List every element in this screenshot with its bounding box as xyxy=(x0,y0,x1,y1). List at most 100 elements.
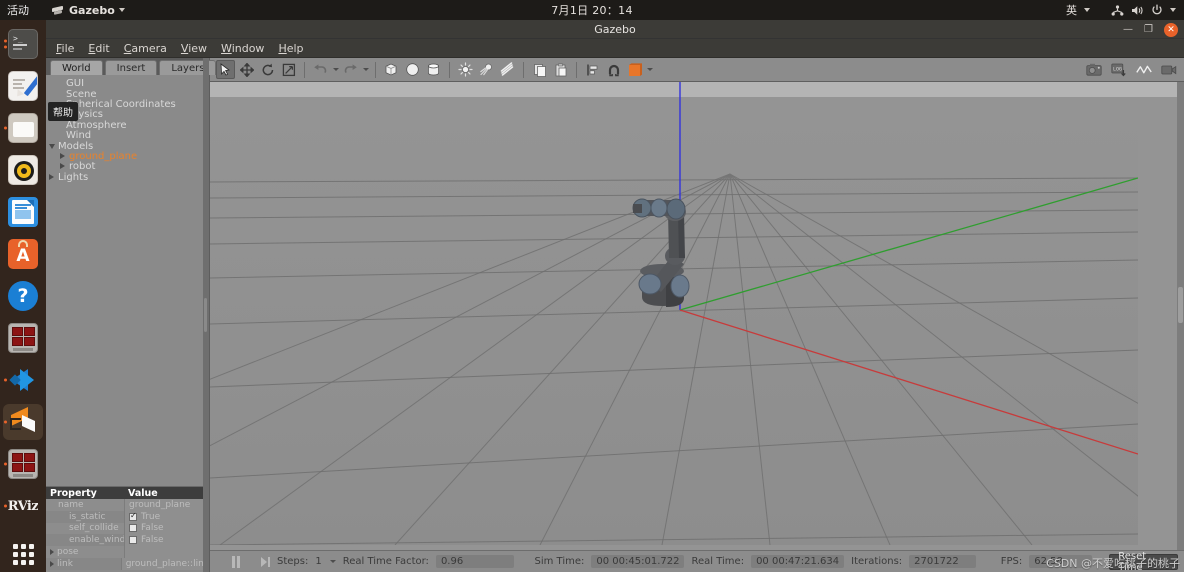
redo-button[interactable] xyxy=(341,60,360,79)
is-static-checkbox[interactable] xyxy=(129,511,137,521)
paste-button[interactable] xyxy=(551,60,570,79)
self-collide-checkbox[interactable] xyxy=(129,524,137,533)
toolbar-right-group: LOG xyxy=(1084,60,1178,79)
copy-button[interactable] xyxy=(530,60,549,79)
property-row-pose[interactable]: pose xyxy=(46,546,209,558)
snap-button[interactable] xyxy=(604,60,623,79)
property-label-link: link xyxy=(57,558,73,569)
text-editor-icon xyxy=(8,71,38,101)
paste-icon xyxy=(555,63,566,76)
undo-button[interactable] xyxy=(311,60,330,79)
watermark: CSDN @不爱吃桃子的桃子 xyxy=(1046,557,1180,570)
sim-time-label: Sim Time: xyxy=(534,556,585,567)
panel-splitter[interactable] xyxy=(203,58,209,572)
screenshot-button[interactable] xyxy=(1084,60,1103,79)
property-table-header: Property Value xyxy=(46,487,209,499)
log-data-button[interactable]: LOG xyxy=(1109,60,1128,79)
plot-button[interactable] xyxy=(1134,60,1153,79)
scrollbar-thumb[interactable] xyxy=(1178,287,1183,323)
dock-item-rhythmbox[interactable] xyxy=(3,152,43,188)
menu-help[interactable]: Help xyxy=(278,42,303,55)
menu-file[interactable]: File xyxy=(56,42,74,55)
redo-dropdown-icon[interactable] xyxy=(363,68,369,71)
dock-item-rviz[interactable]: RViz xyxy=(3,488,43,524)
property-row-name[interactable]: name ground_plane xyxy=(46,499,209,511)
rotate-icon xyxy=(262,63,273,75)
dock-item-gazebo[interactable] xyxy=(3,404,43,440)
scale-mode-button[interactable] xyxy=(279,60,298,79)
property-row-self-collide[interactable]: self_collide False xyxy=(46,522,209,535)
tree-item-lights[interactable]: Lights xyxy=(46,172,209,183)
property-label-name: name xyxy=(58,499,84,510)
undo-dropdown-icon[interactable] xyxy=(333,68,339,71)
show-applications-button[interactable] xyxy=(3,536,43,572)
record-video-button[interactable] xyxy=(1159,60,1178,79)
point-light-button[interactable] xyxy=(456,60,475,79)
impress-icon xyxy=(8,197,38,227)
dock-item-ubuntu-software[interactable]: A xyxy=(3,236,43,272)
sphere-icon xyxy=(406,63,419,76)
clock[interactable]: 7月1日 20：14 xyxy=(0,2,1184,18)
insert-cylinder-button[interactable] xyxy=(424,60,443,79)
tab-world[interactable]: World xyxy=(50,60,103,75)
step-forward-button[interactable] xyxy=(261,556,270,567)
menu-view[interactable]: View xyxy=(181,42,207,55)
terminator-2-icon xyxy=(8,449,38,479)
property-row-is-static[interactable]: is_static True xyxy=(46,511,209,523)
tree-item-gui[interactable]: GUI xyxy=(46,79,209,89)
view-angle-dropdown-icon[interactable] xyxy=(647,68,653,71)
translate-mode-button[interactable] xyxy=(237,60,256,79)
tree-item-robot[interactable]: robot xyxy=(46,162,209,172)
menu-camera[interactable]: Camera xyxy=(124,42,167,55)
spot-light-button[interactable] xyxy=(477,60,496,79)
maximize-button[interactable]: ❐ xyxy=(1144,24,1153,35)
iterations-label: Iterations: xyxy=(851,556,903,567)
dock-item-terminal[interactable]: >_ xyxy=(3,26,43,62)
minimize-button[interactable]: — xyxy=(1123,24,1133,35)
3d-viewport[interactable] xyxy=(210,82,1184,550)
select-mode-button[interactable] xyxy=(216,60,235,79)
viewport-scrollbar[interactable] xyxy=(1177,82,1184,550)
dock-item-text-editor[interactable] xyxy=(3,68,43,104)
steps-value[interactable]: 1 xyxy=(315,556,321,567)
collapse-triangle-icon[interactable] xyxy=(60,152,69,162)
real-time-label: Real Time: xyxy=(691,556,745,567)
property-row-link[interactable]: link ground_plane::link xyxy=(46,557,209,570)
gazebo-window: Gazebo — ❐ ✕ File Edit Camera View Windo… xyxy=(46,20,1184,572)
tree-item-wind[interactable]: Wind xyxy=(46,131,209,141)
scene-render xyxy=(210,82,1138,545)
menu-window[interactable]: Window xyxy=(221,42,264,55)
property-value-is-static: True xyxy=(141,511,161,522)
spot-light-icon xyxy=(480,63,492,76)
running-dots-vscode xyxy=(4,378,7,382)
dock-item-help[interactable]: ? xyxy=(3,278,43,314)
close-button[interactable]: ✕ xyxy=(1164,22,1178,37)
directional-light-icon xyxy=(500,62,514,76)
directional-light-button[interactable] xyxy=(498,60,517,79)
expand-pose-icon[interactable] xyxy=(50,549,54,556)
pause-button[interactable] xyxy=(232,555,240,568)
collapse-triangle-icon-robot[interactable] xyxy=(60,162,69,172)
insert-sphere-button[interactable] xyxy=(403,60,422,79)
property-value-link: ground_plane::link xyxy=(125,558,209,569)
rotate-mode-button[interactable] xyxy=(258,60,277,79)
enable-wind-checkbox[interactable] xyxy=(129,536,137,545)
insert-box-button[interactable] xyxy=(382,60,401,79)
align-button[interactable] xyxy=(583,60,602,79)
menu-edit[interactable]: Edit xyxy=(88,42,109,55)
dock-item-files[interactable] xyxy=(3,110,43,146)
steps-dropdown-icon[interactable] xyxy=(329,560,336,563)
line-chart-icon xyxy=(1135,65,1152,73)
tab-insert[interactable]: Insert xyxy=(104,60,158,75)
dock-item-vscode[interactable] xyxy=(3,362,43,398)
world-tree[interactable]: GUI Scene Spherical Coordinates Physics … xyxy=(46,75,209,486)
expand-link-icon[interactable] xyxy=(50,560,54,567)
dock-item-terminator-2[interactable] xyxy=(3,446,43,482)
property-row-enable-wind[interactable]: enable_wind False xyxy=(46,534,209,547)
window-controls: — ❐ ✕ xyxy=(1123,20,1178,39)
dock-item-terminator[interactable] xyxy=(3,320,43,356)
dock-item-libreoffice-impress[interactable] xyxy=(3,194,43,230)
view-angle-button[interactable] xyxy=(625,60,644,79)
expand-triangle-icon[interactable] xyxy=(49,142,58,152)
collapse-triangle-icon-lights[interactable] xyxy=(49,173,58,183)
